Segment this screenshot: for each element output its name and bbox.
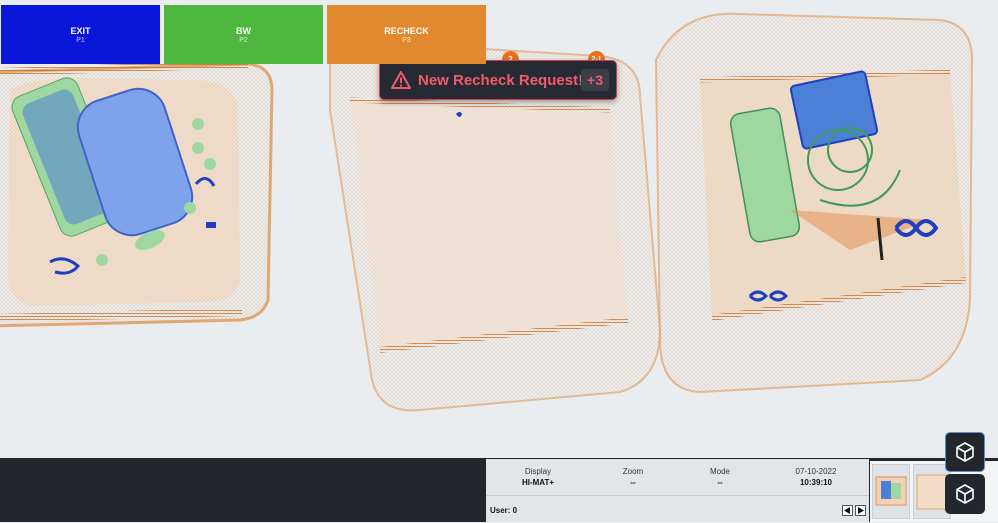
zoom-label: Zoom [622, 467, 644, 476]
mode-label: Mode [709, 467, 730, 476]
zoom-value: -- [630, 478, 636, 487]
bw-button[interactable]: BW P2 [164, 5, 323, 64]
bw-button-key: P2 [239, 36, 248, 44]
mode-status: Mode -- [680, 467, 760, 487]
triangle-left-icon [844, 507, 850, 514]
exit-button-label: EXIT [70, 25, 91, 36]
recheck-button-label: RECHECK [384, 25, 429, 36]
alert-message: New Recheck Request! [418, 71, 584, 89]
zoom-status: Zoom -- [593, 467, 673, 487]
status-divider [486, 495, 869, 496]
display-status: Display HI-MAT+ [498, 467, 578, 487]
date-value: 07-10-2022 [795, 467, 837, 476]
bag-3 [654, 12, 974, 394]
recheck-button-key: P3 [402, 36, 411, 44]
cube-view-button-active[interactable] [945, 432, 985, 472]
cube-icon [956, 484, 974, 504]
thumbnail-1[interactable] [872, 464, 910, 519]
display-label: Display [524, 467, 552, 476]
exit-button-key: P1 [76, 36, 85, 44]
warning-icon [391, 71, 411, 89]
display-value: HI-MAT+ [521, 478, 555, 487]
cube-icon [956, 442, 974, 462]
next-button[interactable] [855, 505, 866, 516]
bag-1 [0, 60, 274, 328]
exit-button[interactable]: EXIT P1 [1, 5, 160, 64]
bw-button-label: BW [236, 25, 251, 36]
recheck-button[interactable]: RECHECK P3 [327, 5, 486, 64]
datetime-status: 07-10-2022 10:39:10 [776, 467, 856, 487]
user-status: User: 0 [490, 506, 518, 515]
triangle-right-icon [858, 507, 864, 514]
status-panel: Display HI-MAT+ Zoom -- Mode -- 07-10-20… [486, 459, 869, 522]
recheck-request-alert[interactable]: New Recheck Request! +3 [379, 60, 617, 100]
cube-view-button[interactable] [945, 474, 985, 514]
time-value: 10:39:10 [799, 478, 833, 487]
alert-count-badge[interactable]: +3 [581, 69, 609, 91]
mode-value: -- [717, 478, 723, 487]
thumbnail-1-image [875, 476, 907, 506]
prev-button[interactable] [842, 505, 853, 516]
